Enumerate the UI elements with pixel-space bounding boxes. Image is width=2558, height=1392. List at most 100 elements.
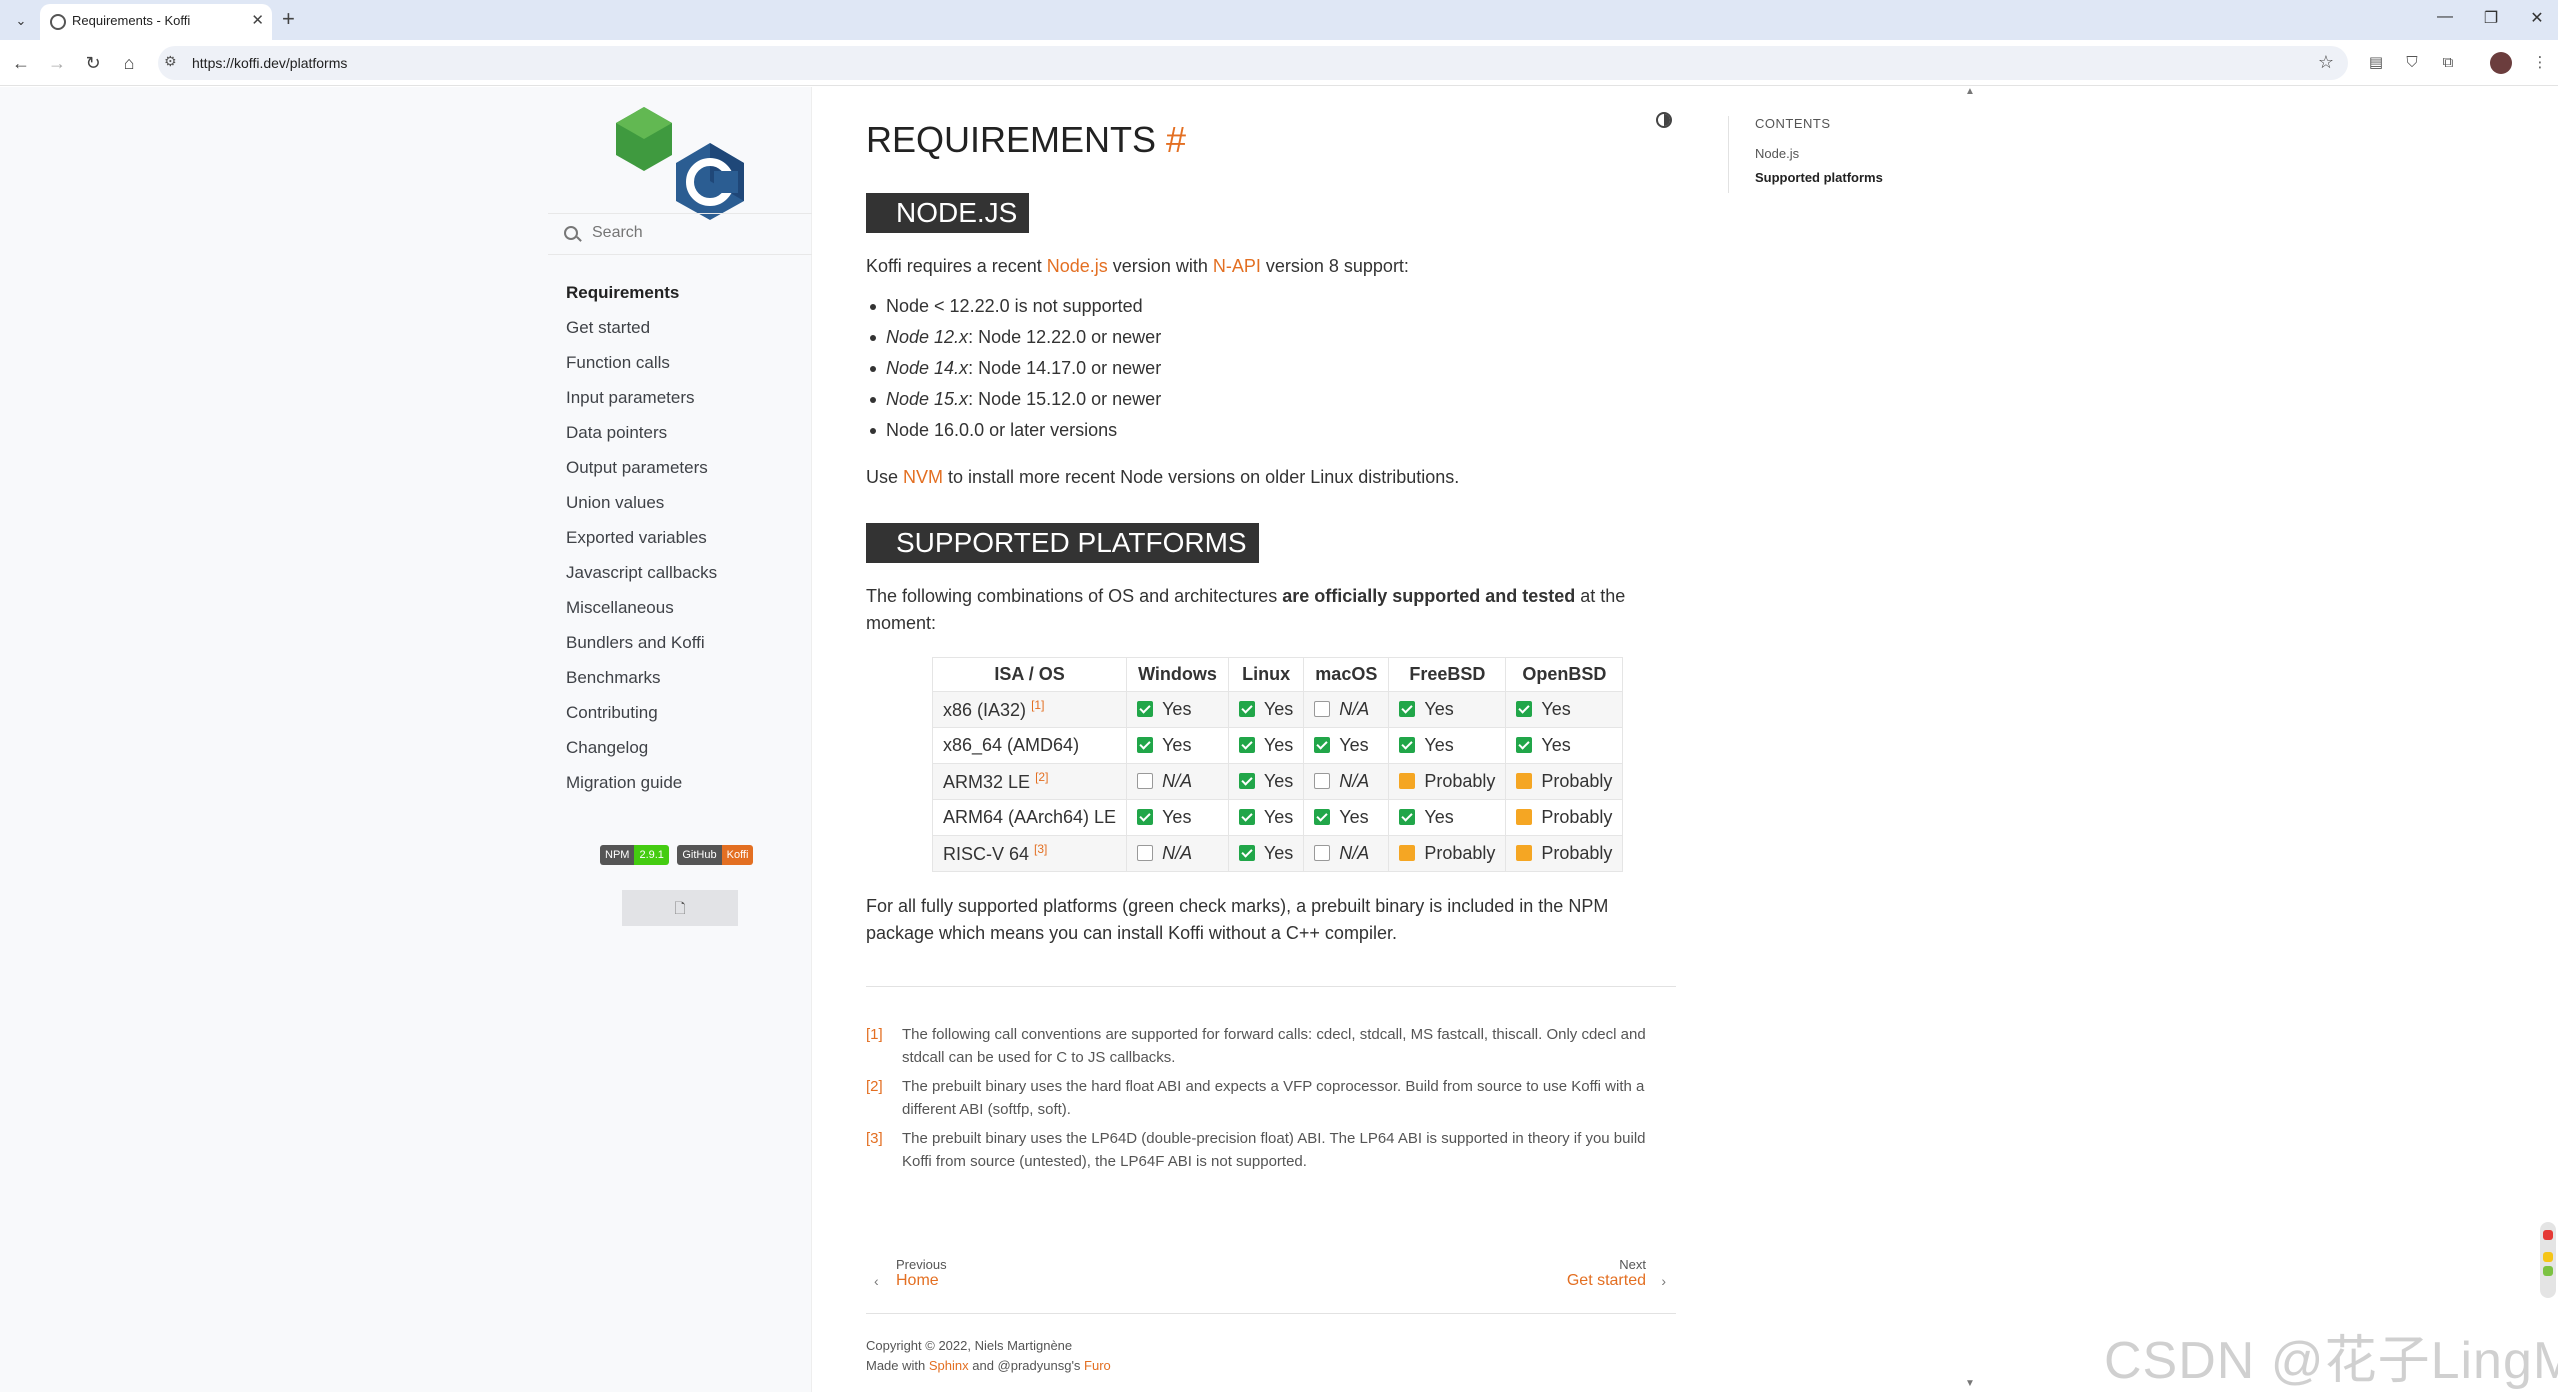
node-version-list: Node < 12.22.0 is not supported Node 12.… [866,294,1161,449]
sidebar-item-benchmarks[interactable]: Benchmarks [566,668,717,703]
search-box[interactable] [548,213,812,255]
new-tab-button[interactable]: + [282,6,295,32]
unchecked-box-icon [1314,701,1331,717]
site-info-icon[interactable]: ⚙ [164,53,177,70]
theme-toggle-icon[interactable] [1656,112,1672,128]
support-cell: Yes [1505,727,1624,764]
footnote-ref[interactable]: [2] [1035,770,1048,784]
profile-avatar[interactable] [2490,52,2512,74]
sidebar-item-union-values[interactable]: Union values [566,493,717,528]
copyright: Copyright © 2022, Niels Martignène [866,1338,1073,1353]
probably-icon [1516,809,1533,825]
list-item: Node < 12.22.0 is not supported [866,294,1161,325]
sidebar-item-requirements[interactable]: Requirements [566,283,717,318]
napi-link[interactable]: N-API [1213,256,1261,276]
next-page-link[interactable]: Next Get started [1567,1257,1646,1290]
isa-cell: x86 (IA32) [1] [931,691,1128,728]
tab-search-icon[interactable]: ⌄ [8,8,34,34]
sphinx-link[interactable]: Sphinx [929,1358,969,1373]
probably-icon [1399,845,1416,861]
close-icon[interactable]: ✕ [251,11,264,29]
support-cell: Probably [1388,763,1507,800]
footnote-ref[interactable]: [3] [866,1127,883,1150]
window-close-button[interactable]: ✕ [2522,8,2552,28]
furo-link[interactable]: Furo [1084,1358,1111,1373]
reload-icon[interactable]: ↻ [80,50,106,76]
table-row: x86 (IA32) [1] Yes Yes N/A Yes Yes [931,691,1624,728]
extensions-icon[interactable]: ⧉ [2436,51,2460,75]
page-title: REQUIREMENTS # [866,119,1187,160]
nvm-note: Use NVM to install more recent Node vers… [866,467,1460,487]
bookmark-star-icon[interactable]: ☆ [2318,52,2334,73]
document-icon: 🗋 [674,900,686,916]
table-header-cell: Windows [1126,657,1229,692]
menu-kebab-icon[interactable]: ⋮ [2528,51,2552,75]
sidebar-item-input-parameters[interactable]: Input parameters [566,388,717,423]
title-anchor-link[interactable]: # [1166,119,1186,160]
check-icon [1238,701,1255,717]
toc-item-nodejs[interactable]: Node.js [1755,145,1883,169]
footnote-ref[interactable]: [1] [1031,698,1044,712]
sidebar-item-changelog[interactable]: Changelog [566,738,717,773]
support-cell: Yes [1227,691,1305,728]
sidebar-item-migration-guide[interactable]: Migration guide [566,773,717,808]
support-cell: Yes [1388,727,1507,764]
support-cell: Yes [1388,799,1507,836]
probably-icon [1516,773,1533,789]
shield-icon[interactable]: ⛉ [2400,51,2424,75]
sidebar-item-exported-variables[interactable]: Exported variables [566,528,717,563]
footnote-1: [1] The following call conventions are su… [866,1023,1676,1069]
support-cell: Yes [1227,727,1305,764]
table-header-cell: OpenBSD [1505,657,1624,692]
sidebar-item-miscellaneous[interactable]: Miscellaneous [566,598,717,633]
address-bar[interactable]: ⚙ https://koffi.dev/platforms ☆ [158,46,2348,80]
footnote-ref[interactable]: [1] [866,1023,883,1046]
home-icon[interactable]: ⌂ [116,50,142,76]
npm-badge[interactable]: NPM 2.9.1 [600,845,669,865]
watermark: CSDN @花子LingMo [2104,1332,2558,1390]
check-icon [1399,701,1416,717]
sidebar-item-data-pointers[interactable]: Data pointers [566,423,717,458]
support-cell: Probably [1505,799,1624,836]
table-body: x86 (IA32) [1] Yes Yes N/A Yes Yes x86_64 (AMD… [931,691,1624,872]
sidebar-item-javascript-callbacks[interactable]: Javascript callbacks [566,563,717,598]
sidebar-item-output-parameters[interactable]: Output parameters [566,458,717,493]
support-cell: Yes [1126,799,1229,836]
warning-marker-icon [2543,1252,2553,1262]
media-icon[interactable]: ▤ [2364,51,2388,75]
sidebar-item-function-calls[interactable]: Function calls [566,353,717,388]
platforms-table: ISA / OS Windows Linux macOS FreeBSD OpenBSD … [931,657,1624,872]
nvm-link[interactable]: NVM [903,467,943,487]
scrollbar[interactable] [2540,1222,2556,1298]
browser-tab[interactable]: Requirements - Koffi ✕ [40,4,272,40]
sidebar-item-get-started[interactable]: Get started [566,318,717,353]
github-badge[interactable]: GitHub Koffi [677,845,754,865]
forward-arrow-icon[interactable]: → [44,50,70,76]
tab-title: Requirements - Koffi [72,13,191,28]
probably-icon [1399,773,1416,789]
check-icon [1238,737,1255,753]
footnote-ref[interactable]: [2] [866,1075,883,1098]
footnote-ref[interactable]: [3] [1034,842,1047,856]
error-marker-icon [2543,1230,2553,1240]
document-button[interactable]: 🗋 [622,890,738,926]
sidebar-item-bundlers[interactable]: Bundlers and Koffi [566,633,717,668]
toc-item-supported-platforms[interactable]: Supported platforms [1755,169,1883,193]
previous-page-link[interactable]: Previous Home [896,1257,947,1290]
scroll-up-arrow[interactable]: ▲ [1965,86,1975,97]
back-arrow-icon[interactable]: ← [8,50,34,76]
minimize-button[interactable]: — [2430,8,2460,26]
restore-button[interactable]: ❐ [2476,8,2506,28]
search-input[interactable] [592,224,792,242]
sidebar-item-contributing[interactable]: Contributing [566,703,717,738]
url-text[interactable]: https://koffi.dev/platforms [192,55,347,71]
isa-cell: ARM32 LE [2] [931,763,1128,800]
sidebar: Requirements Get started Function calls … [0,87,812,1392]
support-cell: Yes [1126,727,1229,764]
check-icon [1137,809,1154,825]
nodejs-link[interactable]: Node.js [1047,256,1108,276]
globe-icon [50,14,66,30]
scroll-down-arrow[interactable]: ▼ [1965,1378,1975,1389]
isa-cell: RISC-V 64 [3] [931,835,1128,872]
check-icon [1399,737,1416,753]
